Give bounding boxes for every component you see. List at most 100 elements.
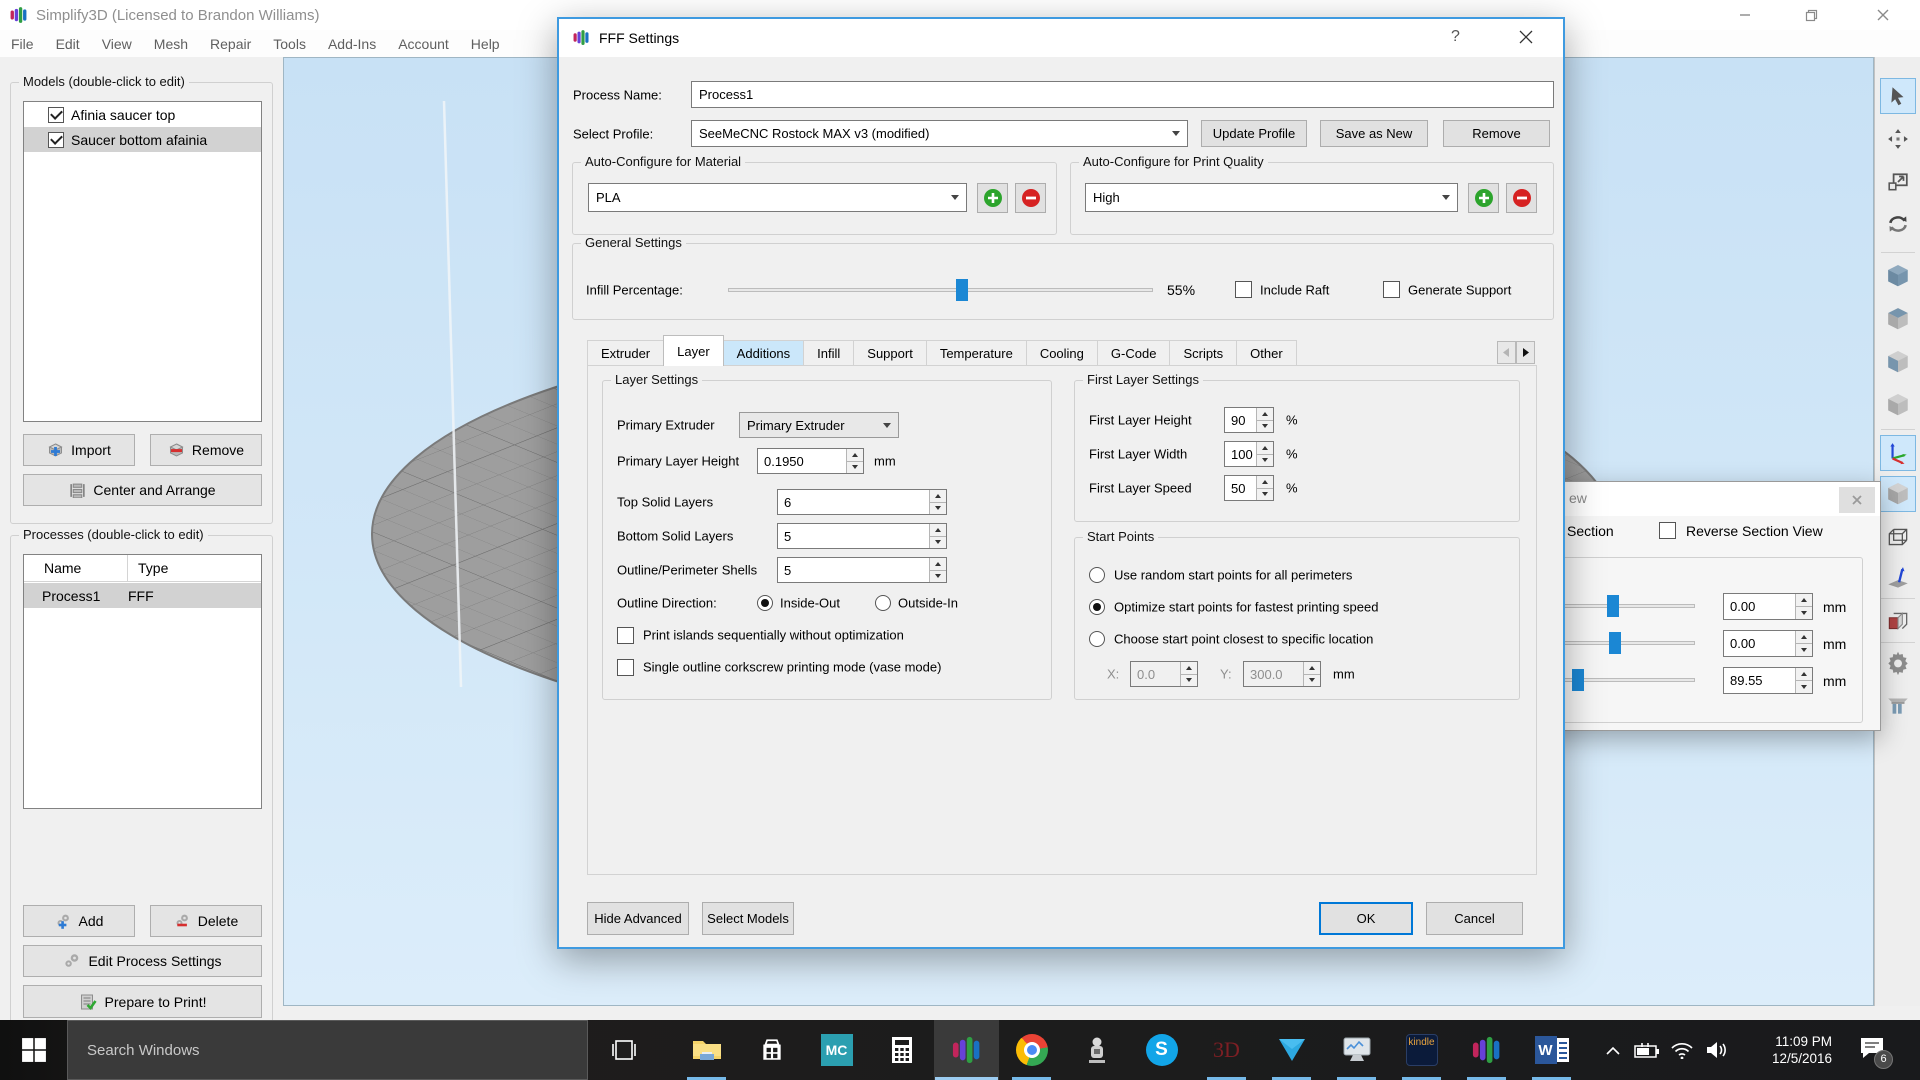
section-slider-1-handle[interactable]	[1607, 595, 1619, 617]
tab-scroll-left-icon[interactable]	[1497, 341, 1516, 364]
spin-down[interactable]	[1796, 606, 1812, 619]
tab-temperature[interactable]: Temperature	[926, 340, 1027, 366]
layer-height-spinbox[interactable]: 0.1950	[757, 448, 864, 474]
save-as-new-button[interactable]: Save as New	[1320, 120, 1428, 147]
close-button[interactable]	[1860, 0, 1906, 30]
textured-cube-icon[interactable]	[1880, 476, 1916, 512]
section-slider-3-handle[interactable]	[1572, 669, 1584, 691]
select-models-button[interactable]: Select Models	[702, 902, 794, 935]
dialog-close-icon[interactable]	[1519, 30, 1533, 49]
process-row-selected[interactable]: Process1 FFF	[24, 583, 261, 608]
add-process-button[interactable]: Add	[23, 905, 135, 937]
menu-edit[interactable]: Edit	[45, 36, 91, 52]
update-profile-button[interactable]: Update Profile	[1201, 120, 1307, 147]
tab-scroll-right-icon[interactable]	[1516, 341, 1535, 364]
taskbar-monitor-app[interactable]	[1324, 1020, 1389, 1080]
section-value-3-spinbox[interactable]: 89.55	[1723, 667, 1813, 694]
view-side-cube-icon[interactable]	[1880, 344, 1916, 380]
hide-advanced-button[interactable]: Hide Advanced	[587, 902, 689, 935]
spin-down[interactable]	[930, 570, 946, 583]
remove-model-button[interactable]: Remove	[150, 434, 262, 466]
spin-down[interactable]	[1181, 674, 1197, 687]
taskbar-calculator[interactable]	[869, 1020, 934, 1080]
remove-profile-button[interactable]: Remove	[1443, 120, 1550, 147]
section-value-2-spinbox[interactable]: 0.00	[1723, 630, 1813, 657]
random-start-radio[interactable]	[1089, 567, 1105, 583]
bottom-solid-spinbox[interactable]: 5	[777, 523, 947, 549]
view-front-cube-icon[interactable]	[1880, 258, 1916, 294]
section-value-1-spinbox[interactable]: 0.00	[1723, 593, 1813, 620]
start-y-spinbox[interactable]: 300.0	[1243, 661, 1321, 687]
shells-spinbox[interactable]: 5	[777, 557, 947, 583]
view-iso-cube-icon[interactable]	[1880, 387, 1916, 423]
menu-mesh[interactable]: Mesh	[143, 36, 199, 52]
wireframe-cube-icon[interactable]	[1880, 519, 1916, 555]
models-list[interactable]: Afinia saucer top Saucer bottom afainia	[23, 101, 262, 422]
view-top-cube-icon[interactable]	[1880, 301, 1916, 337]
tab-extruder[interactable]: Extruder	[587, 340, 664, 366]
taskbar-mattercontrol[interactable]: MC	[804, 1020, 869, 1080]
rotate-tool-icon[interactable]	[1880, 206, 1916, 242]
inside-out-radio[interactable]	[757, 595, 773, 611]
restore-button[interactable]	[1788, 0, 1834, 30]
infill-slider-handle[interactable]	[956, 279, 968, 301]
tab-scripts[interactable]: Scripts	[1169, 340, 1237, 366]
material-dropdown[interactable]: PLA	[588, 183, 967, 212]
spin-up[interactable]	[1181, 662, 1197, 674]
remove-material-button[interactable]	[1015, 183, 1046, 213]
taskbar-skype[interactable]: S	[1129, 1020, 1194, 1080]
menu-help[interactable]: Help	[460, 36, 511, 52]
spin-down[interactable]	[847, 461, 863, 474]
spin-up[interactable]	[1257, 408, 1273, 420]
spin-up[interactable]	[847, 449, 863, 461]
first-layer-width-spinbox[interactable]: 100	[1224, 441, 1274, 467]
select-tool-icon[interactable]	[1880, 78, 1916, 114]
tray-clock[interactable]: 11:09 PM 12/5/2016	[1744, 1020, 1832, 1080]
taskbar-simplify3d-active[interactable]	[934, 1020, 999, 1080]
menu-file[interactable]: File	[0, 36, 45, 52]
tab-gcode[interactable]: G-Code	[1097, 340, 1171, 366]
spin-up[interactable]	[930, 524, 946, 536]
taskbar-robot-app[interactable]	[1064, 1020, 1129, 1080]
settings-gear-icon[interactable]	[1880, 646, 1916, 682]
primary-extruder-dropdown[interactable]: Primary Extruder	[739, 412, 899, 438]
spin-up[interactable]	[1257, 476, 1273, 488]
help-icon[interactable]: ?	[1451, 28, 1460, 46]
menu-addins[interactable]: Add-Ins	[317, 36, 387, 52]
taskbar-windows-store[interactable]	[739, 1020, 804, 1080]
move-tool-icon[interactable]	[1880, 121, 1916, 157]
edit-process-settings-button[interactable]: Edit Process Settings	[23, 945, 262, 977]
quality-dropdown[interactable]: High	[1085, 183, 1458, 212]
taskbar-3d-builder[interactable]: 3D	[1194, 1020, 1259, 1080]
infill-slider[interactable]	[728, 288, 1153, 292]
taskbar-simplify3d-2[interactable]	[1454, 1020, 1519, 1080]
top-solid-spinbox[interactable]: 6	[777, 489, 947, 515]
first-layer-height-spinbox[interactable]: 90	[1224, 407, 1274, 433]
menu-repair[interactable]: Repair	[199, 36, 262, 52]
support-structures-icon[interactable]	[1880, 687, 1916, 723]
tray-wifi-icon[interactable]	[1666, 1020, 1698, 1080]
taskbar-triangle-app[interactable]	[1259, 1020, 1324, 1080]
print-islands-checkbox[interactable]	[617, 627, 634, 644]
model-list-item-selected[interactable]: Saucer bottom afainia	[24, 127, 261, 152]
menu-tools[interactable]: Tools	[262, 36, 317, 52]
tab-layer[interactable]: Layer	[663, 335, 724, 366]
tab-additions[interactable]: Additions	[723, 340, 804, 366]
tab-infill[interactable]: Infill	[803, 340, 854, 366]
start-x-spinbox[interactable]: 0.0	[1130, 661, 1198, 687]
choose-start-radio[interactable]	[1089, 631, 1105, 647]
tab-support[interactable]: Support	[853, 340, 927, 366]
reverse-section-checkbox[interactable]	[1659, 522, 1676, 539]
tray-volume-icon[interactable]	[1700, 1020, 1734, 1080]
spin-up[interactable]	[930, 490, 946, 502]
task-view-button[interactable]	[595, 1020, 653, 1080]
include-raft-checkbox[interactable]	[1235, 281, 1252, 298]
generate-support-checkbox[interactable]	[1383, 281, 1400, 298]
taskbar-file-explorer[interactable]	[674, 1020, 739, 1080]
spin-down[interactable]	[1796, 643, 1812, 656]
spin-down[interactable]	[930, 502, 946, 515]
spin-down[interactable]	[1796, 680, 1812, 693]
optimize-start-radio[interactable]	[1089, 599, 1105, 615]
cancel-button[interactable]: Cancel	[1426, 902, 1523, 935]
taskbar-kindle[interactable]: kindle	[1389, 1020, 1454, 1080]
